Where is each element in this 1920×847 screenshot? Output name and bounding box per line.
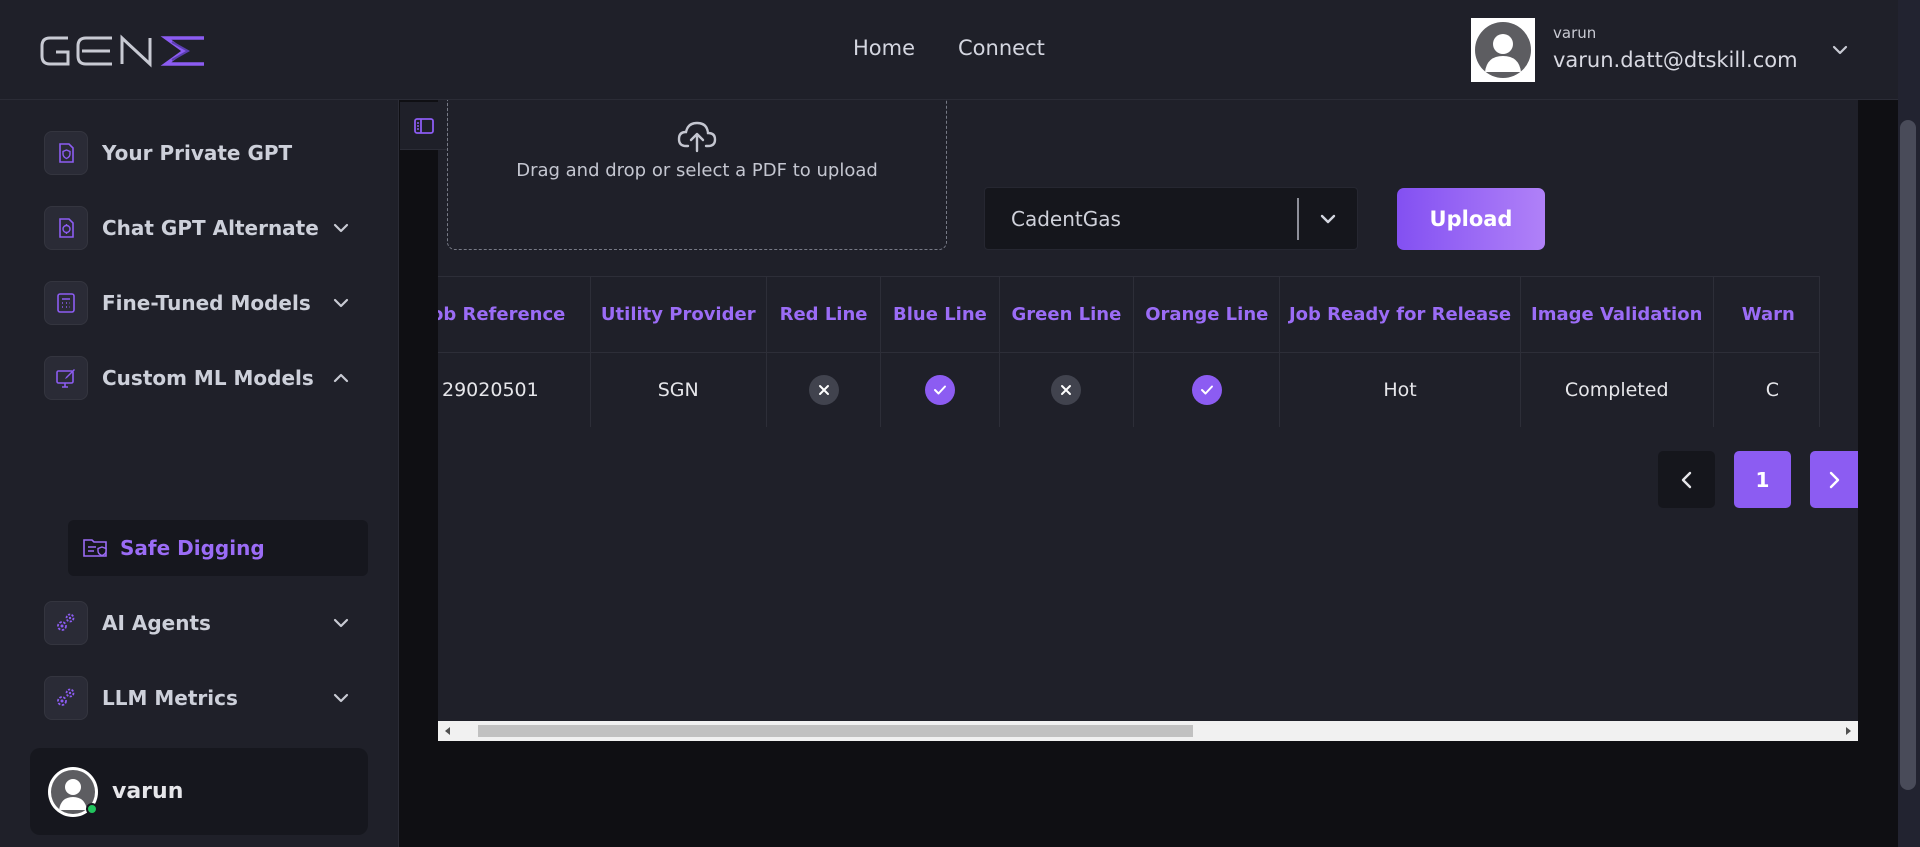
pagination-next-button[interactable]: [1810, 451, 1858, 508]
check-circle-icon: [1191, 375, 1222, 405]
cell-image-validation: Completed: [1520, 352, 1714, 427]
gears-icon: [44, 601, 88, 645]
sidebar: Your Private GPT Chat GPT Alternate Fine…: [0, 100, 399, 847]
chevron-down-icon[interactable]: [332, 221, 350, 235]
sidebar-toggle-icon: [413, 117, 435, 135]
nav-connect-link[interactable]: Connect: [958, 36, 1045, 60]
sidebar-item-your-private-gpt[interactable]: Your Private GPT: [44, 130, 364, 176]
sidebar-item-label: Custom ML Models: [102, 366, 314, 390]
user-silhouette-icon: [1475, 22, 1531, 78]
column-header-warn[interactable]: Warn: [1713, 276, 1821, 353]
pagination-prev-button[interactable]: [1658, 451, 1715, 508]
select-value: CadentGas: [1011, 206, 1121, 231]
sidebar-profile-card[interactable]: varun: [30, 748, 368, 835]
shield-doc-icon: [44, 131, 88, 175]
column-header-red-line[interactable]: Red Line: [766, 276, 882, 353]
cell-warn: C: [1713, 352, 1821, 427]
sidebar-item-label: Your Private GPT: [102, 141, 293, 165]
cloud-upload-icon: [676, 118, 718, 154]
sidebar-item-llm-metrics[interactable]: LLM Metrics: [44, 675, 364, 721]
chevron-down-icon[interactable]: [332, 616, 350, 630]
sidebar-item-custom-ml-models[interactable]: Custom ML Models: [44, 355, 364, 401]
sidebar-item-label: LLM Metrics: [102, 686, 238, 710]
table-header-row: Job Reference Utility Provider Red Line …: [438, 276, 1821, 353]
gene-logo[interactable]: [38, 30, 210, 72]
x-circle-icon: [1051, 375, 1082, 405]
table-row[interactable]: 29020501 SGN Hot Completed C: [438, 352, 1821, 427]
nav-home-link[interactable]: Home: [853, 36, 915, 60]
sidebar-item-fine-tuned-models[interactable]: Fine-Tuned Models: [44, 280, 364, 326]
chevron-right-icon: [1827, 470, 1841, 490]
chat-doc-icon: [44, 206, 88, 250]
user-menu-chevron-down-icon[interactable]: [1830, 40, 1850, 60]
sidebar-item-label: Fine-Tuned Models: [102, 291, 311, 315]
scrollbar-thumb[interactable]: [1900, 120, 1916, 790]
pdf-dropzone[interactable]: Drag and drop or select a PDF to upload: [447, 100, 947, 250]
cell-job-reference: 29020501: [438, 352, 591, 427]
cell-red-line: [766, 352, 882, 427]
utility-provider-select[interactable]: CadentGas: [984, 187, 1358, 250]
avatar: [48, 766, 98, 817]
online-status-dot: [86, 802, 98, 815]
column-header-job-reference[interactable]: Job Reference: [438, 276, 591, 353]
chevron-up-icon[interactable]: [332, 371, 350, 385]
top-header: Home Connect varun varun.datt@dtskill.co…: [0, 0, 1898, 100]
column-header-orange-line[interactable]: Orange Line: [1133, 276, 1281, 353]
sidebar-item-ai-agents[interactable]: AI Agents: [44, 600, 364, 646]
main-nav: Home Connect: [853, 36, 1045, 60]
column-header-green-line[interactable]: Green Line: [999, 276, 1135, 353]
column-header-utility-provider[interactable]: Utility Provider: [590, 276, 767, 353]
sidebar-subitem-safe-digging[interactable]: Safe Digging: [68, 520, 368, 576]
jobs-table-container: Job Reference Utility Provider Red Line …: [438, 276, 1858, 427]
table-horizontal-scrollbar[interactable]: [438, 721, 1858, 741]
header-user-name: varun: [1553, 24, 1597, 42]
x-circle-icon: [808, 375, 839, 405]
chevron-down-icon[interactable]: [332, 691, 350, 705]
jobs-table: Job Reference Utility Provider Red Line …: [438, 276, 1821, 427]
cell-job-ready-for-release: Hot: [1279, 352, 1521, 427]
cell-green-line: [999, 352, 1135, 427]
sidebar-toggle-button[interactable]: [400, 102, 448, 150]
upload-button[interactable]: Upload: [1397, 188, 1545, 250]
check-circle-icon: [924, 375, 955, 405]
cell-blue-line: [880, 352, 1000, 427]
user-avatar[interactable]: [1471, 18, 1535, 82]
column-header-blue-line[interactable]: Blue Line: [880, 276, 1000, 353]
cell-orange-line: [1133, 352, 1281, 427]
dropzone-text: Drag and drop or select a PDF to upload: [516, 160, 878, 181]
column-header-job-ready-for-release[interactable]: Job Ready for Release: [1279, 276, 1521, 353]
cell-utility-provider: SGN: [590, 352, 767, 427]
edit-monitor-icon: [44, 356, 88, 400]
sidebar-item-label: AI Agents: [102, 611, 211, 635]
column-header-image-validation[interactable]: Image Validation: [1520, 276, 1714, 353]
chevron-down-icon[interactable]: [332, 296, 350, 310]
scrollbar-thumb[interactable]: [478, 725, 1193, 737]
chevron-left-icon: [1680, 470, 1694, 490]
chevron-down-icon[interactable]: [1299, 212, 1357, 226]
scroll-right-arrow-icon[interactable]: [1844, 726, 1852, 736]
profile-name: varun: [112, 779, 184, 804]
page-vertical-scrollbar[interactable]: [1898, 0, 1920, 847]
sidebar-item-chat-gpt-alternate[interactable]: Chat GPT Alternate: [44, 205, 364, 251]
pagination-page-button[interactable]: 1: [1734, 451, 1791, 508]
scroll-left-arrow-icon[interactable]: [444, 726, 452, 736]
sidebar-subitem-label: Safe Digging: [120, 536, 265, 560]
folder-shield-icon: [82, 536, 110, 560]
gears-icon: [44, 676, 88, 720]
calculator-icon: [44, 281, 88, 325]
sidebar-item-label: Chat GPT Alternate: [102, 216, 319, 240]
header-user-email: varun.datt@dtskill.com: [1553, 48, 1798, 72]
